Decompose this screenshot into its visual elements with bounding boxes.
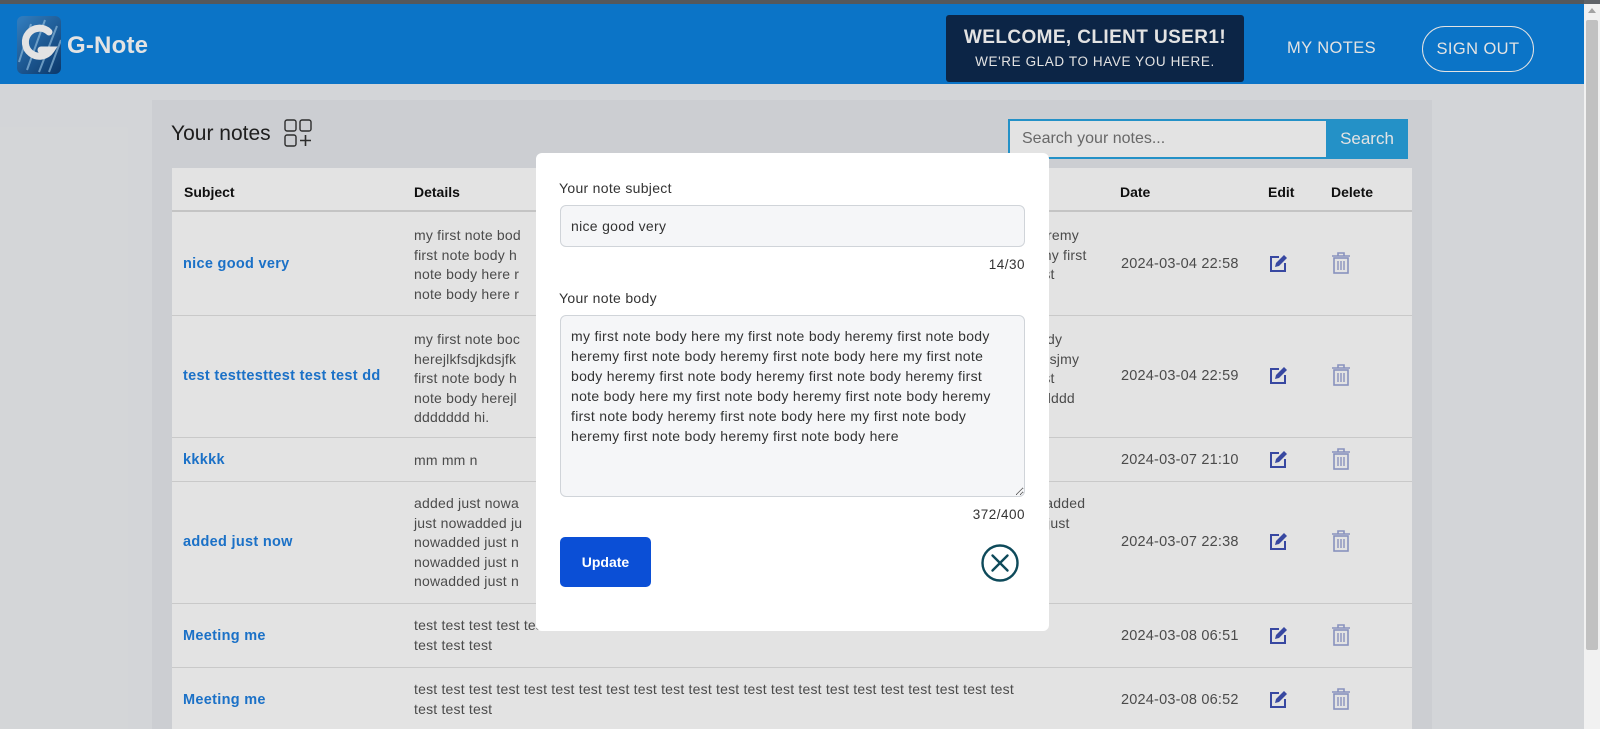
body-textarea[interactable]: my first note body here my first note bo… bbox=[560, 315, 1025, 497]
edit-note-modal: Your note subject 14/30 Your note body m… bbox=[536, 153, 1049, 631]
update-button[interactable]: Update bbox=[560, 537, 651, 587]
scroll-up-arrow-icon[interactable] bbox=[1588, 8, 1596, 13]
subject-char-counter: 14/30 bbox=[988, 257, 1025, 272]
page-scrollbar[interactable] bbox=[1584, 4, 1600, 729]
body-char-counter: 372/400 bbox=[972, 507, 1025, 522]
close-circle-icon[interactable] bbox=[980, 543, 1020, 588]
body-label: Your note body bbox=[559, 290, 657, 306]
subject-input[interactable] bbox=[560, 205, 1025, 247]
subject-label: Your note subject bbox=[559, 180, 672, 196]
scrollbar-thumb[interactable] bbox=[1586, 20, 1598, 650]
